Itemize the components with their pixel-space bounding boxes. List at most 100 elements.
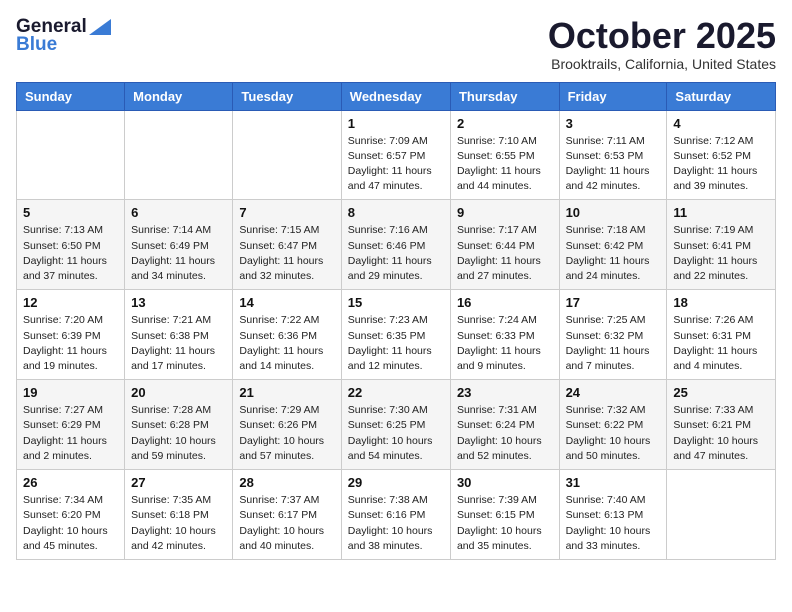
- day-cell-3: 3 Sunrise: 7:11 AM Sunset: 6:53 PM Daylig…: [559, 110, 667, 200]
- day-cell-22: 22 Sunrise: 7:30 AM Sunset: 6:25 PM Dayli…: [341, 380, 450, 470]
- day-info: Sunrise: 7:23 AM Sunset: 6:35 PM Dayligh…: [348, 313, 444, 374]
- day-number: 3: [566, 116, 661, 131]
- day-cell-24: 24Sunrise: 7:32 AM Sunset: 6:22 PM Dayli…: [559, 380, 667, 470]
- day-cell-28: 28 Sunrise: 7:37 AM Sunset: 6:17 PM Dayli…: [233, 470, 341, 560]
- week-row-1: 1 Sunrise: 7:09 AM Sunset: 6:57 PM Daylig…: [17, 110, 776, 200]
- day-cell-30: 30Sunrise: 7:39 AM Sunset: 6:15 PM Dayli…: [450, 470, 559, 560]
- day-info: Sunrise: 7:13 AM Sunset: 6:50 PM Dayligh…: [23, 223, 118, 284]
- day-number: 19: [23, 385, 118, 400]
- day-number: 14: [239, 295, 334, 310]
- day-info: Sunrise: 7:09 AM Sunset: 6:57 PM Dayligh…: [348, 134, 444, 195]
- day-number: 26: [23, 475, 118, 490]
- weekday-header-thursday: Thursday: [450, 82, 559, 110]
- day-number: 20: [131, 385, 226, 400]
- day-number: 8: [348, 205, 444, 220]
- day-cell-26: 26 Sunrise: 7:34 AM Sunset: 6:20 PM Dayli…: [17, 470, 125, 560]
- weekday-header-sunday: Sunday: [17, 82, 125, 110]
- day-cell-15: 15 Sunrise: 7:23 AM Sunset: 6:35 PM Dayli…: [341, 290, 450, 380]
- day-info: Sunrise: 7:32 AM Sunset: 6:22 PM Dayligh…: [566, 403, 661, 464]
- day-number: 18: [673, 295, 769, 310]
- day-cell-8: 8 Sunrise: 7:16 AM Sunset: 6:46 PM Daylig…: [341, 200, 450, 290]
- day-cell-27: 27Sunrise: 7:35 AM Sunset: 6:18 PM Dayli…: [125, 470, 233, 560]
- day-number: 21: [239, 385, 334, 400]
- day-cell-4: 4Sunrise: 7:12 AM Sunset: 6:52 PM Daylig…: [667, 110, 776, 200]
- day-cell-20: 20 Sunrise: 7:28 AM Sunset: 6:28 PM Dayli…: [125, 380, 233, 470]
- day-info: Sunrise: 7:22 AM Sunset: 6:36 PM Dayligh…: [239, 313, 334, 374]
- day-info: Sunrise: 7:39 AM Sunset: 6:15 PM Dayligh…: [457, 493, 553, 554]
- day-cell-18: 18 Sunrise: 7:26 AM Sunset: 6:31 PM Dayli…: [667, 290, 776, 380]
- day-cell-12: 12 Sunrise: 7:20 AM Sunset: 6:39 PM Dayli…: [17, 290, 125, 380]
- day-info: Sunrise: 7:29 AM Sunset: 6:26 PM Dayligh…: [239, 403, 334, 464]
- day-cell-5: 5Sunrise: 7:13 AM Sunset: 6:50 PM Daylig…: [17, 200, 125, 290]
- day-info: Sunrise: 7:24 AM Sunset: 6:33 PM Dayligh…: [457, 313, 553, 374]
- day-number: 28: [239, 475, 334, 490]
- day-info: Sunrise: 7:21 AM Sunset: 6:38 PM Dayligh…: [131, 313, 226, 374]
- day-info: Sunrise: 7:26 AM Sunset: 6:31 PM Dayligh…: [673, 313, 769, 374]
- title-block: October 2025 Brooktrails, California, Un…: [548, 16, 776, 72]
- week-row-4: 19Sunrise: 7:27 AM Sunset: 6:29 PM Dayli…: [17, 380, 776, 470]
- calendar: SundayMondayTuesdayWednesdayThursdayFrid…: [16, 82, 776, 560]
- day-cell-6: 6 Sunrise: 7:14 AM Sunset: 6:49 PM Daylig…: [125, 200, 233, 290]
- day-info: Sunrise: 7:15 AM Sunset: 6:47 PM Dayligh…: [239, 223, 334, 284]
- weekday-header-wednesday: Wednesday: [341, 82, 450, 110]
- day-cell-16: 16 Sunrise: 7:24 AM Sunset: 6:33 PM Dayli…: [450, 290, 559, 380]
- day-info: Sunrise: 7:14 AM Sunset: 6:49 PM Dayligh…: [131, 223, 226, 284]
- day-info: Sunrise: 7:25 AM Sunset: 6:32 PM Dayligh…: [566, 313, 661, 374]
- day-info: Sunrise: 7:19 AM Sunset: 6:41 PM Dayligh…: [673, 223, 769, 284]
- weekday-header-monday: Monday: [125, 82, 233, 110]
- day-cell-19: 19Sunrise: 7:27 AM Sunset: 6:29 PM Dayli…: [17, 380, 125, 470]
- day-number: 6: [131, 205, 226, 220]
- day-info: Sunrise: 7:31 AM Sunset: 6:24 PM Dayligh…: [457, 403, 553, 464]
- day-info: Sunrise: 7:35 AM Sunset: 6:18 PM Dayligh…: [131, 493, 226, 554]
- day-number: 29: [348, 475, 444, 490]
- day-number: 22: [348, 385, 444, 400]
- day-info: Sunrise: 7:20 AM Sunset: 6:39 PM Dayligh…: [23, 313, 118, 374]
- empty-cell: [667, 470, 776, 560]
- logo: General Blue: [16, 16, 111, 56]
- day-info: Sunrise: 7:28 AM Sunset: 6:28 PM Dayligh…: [131, 403, 226, 464]
- week-row-5: 26 Sunrise: 7:34 AM Sunset: 6:20 PM Dayli…: [17, 470, 776, 560]
- day-info: Sunrise: 7:38 AM Sunset: 6:16 PM Dayligh…: [348, 493, 444, 554]
- day-info: Sunrise: 7:37 AM Sunset: 6:17 PM Dayligh…: [239, 493, 334, 554]
- day-number: 12: [23, 295, 118, 310]
- day-number: 16: [457, 295, 553, 310]
- day-number: 7: [239, 205, 334, 220]
- week-row-3: 12 Sunrise: 7:20 AM Sunset: 6:39 PM Dayli…: [17, 290, 776, 380]
- day-info: Sunrise: 7:30 AM Sunset: 6:25 PM Dayligh…: [348, 403, 444, 464]
- day-number: 25: [673, 385, 769, 400]
- empty-cell: [233, 110, 341, 200]
- week-row-2: 5Sunrise: 7:13 AM Sunset: 6:50 PM Daylig…: [17, 200, 776, 290]
- day-number: 10: [566, 205, 661, 220]
- weekday-header-friday: Friday: [559, 82, 667, 110]
- day-info: Sunrise: 7:10 AM Sunset: 6:55 PM Dayligh…: [457, 134, 553, 195]
- day-number: 9: [457, 205, 553, 220]
- calendar-header-row: SundayMondayTuesdayWednesdayThursdayFrid…: [17, 82, 776, 110]
- logo-blue-text: Blue: [16, 34, 57, 56]
- day-number: 2: [457, 116, 553, 131]
- day-cell-21: 21 Sunrise: 7:29 AM Sunset: 6:26 PM Dayli…: [233, 380, 341, 470]
- day-number: 1: [348, 116, 444, 131]
- day-number: 31: [566, 475, 661, 490]
- day-cell-9: 9 Sunrise: 7:17 AM Sunset: 6:44 PM Daylig…: [450, 200, 559, 290]
- day-number: 17: [566, 295, 661, 310]
- day-cell-7: 7 Sunrise: 7:15 AM Sunset: 6:47 PM Daylig…: [233, 200, 341, 290]
- day-cell-1: 1 Sunrise: 7:09 AM Sunset: 6:57 PM Daylig…: [341, 110, 450, 200]
- day-cell-2: 2 Sunrise: 7:10 AM Sunset: 6:55 PM Daylig…: [450, 110, 559, 200]
- day-number: 13: [131, 295, 226, 310]
- day-info: Sunrise: 7:34 AM Sunset: 6:20 PM Dayligh…: [23, 493, 118, 554]
- day-number: 15: [348, 295, 444, 310]
- location: Brooktrails, California, United States: [548, 56, 776, 72]
- day-cell-14: 14 Sunrise: 7:22 AM Sunset: 6:36 PM Dayli…: [233, 290, 341, 380]
- day-cell-31: 31Sunrise: 7:40 AM Sunset: 6:13 PM Dayli…: [559, 470, 667, 560]
- day-info: Sunrise: 7:16 AM Sunset: 6:46 PM Dayligh…: [348, 223, 444, 284]
- day-cell-10: 10 Sunrise: 7:18 AM Sunset: 6:42 PM Dayli…: [559, 200, 667, 290]
- day-cell-13: 13 Sunrise: 7:21 AM Sunset: 6:38 PM Dayli…: [125, 290, 233, 380]
- day-info: Sunrise: 7:11 AM Sunset: 6:53 PM Dayligh…: [566, 134, 661, 195]
- day-info: Sunrise: 7:17 AM Sunset: 6:44 PM Dayligh…: [457, 223, 553, 284]
- empty-cell: [125, 110, 233, 200]
- day-info: Sunrise: 7:18 AM Sunset: 6:42 PM Dayligh…: [566, 223, 661, 284]
- day-number: 23: [457, 385, 553, 400]
- day-cell-17: 17 Sunrise: 7:25 AM Sunset: 6:32 PM Dayli…: [559, 290, 667, 380]
- month-title: October 2025: [548, 16, 776, 56]
- day-number: 4: [673, 116, 769, 131]
